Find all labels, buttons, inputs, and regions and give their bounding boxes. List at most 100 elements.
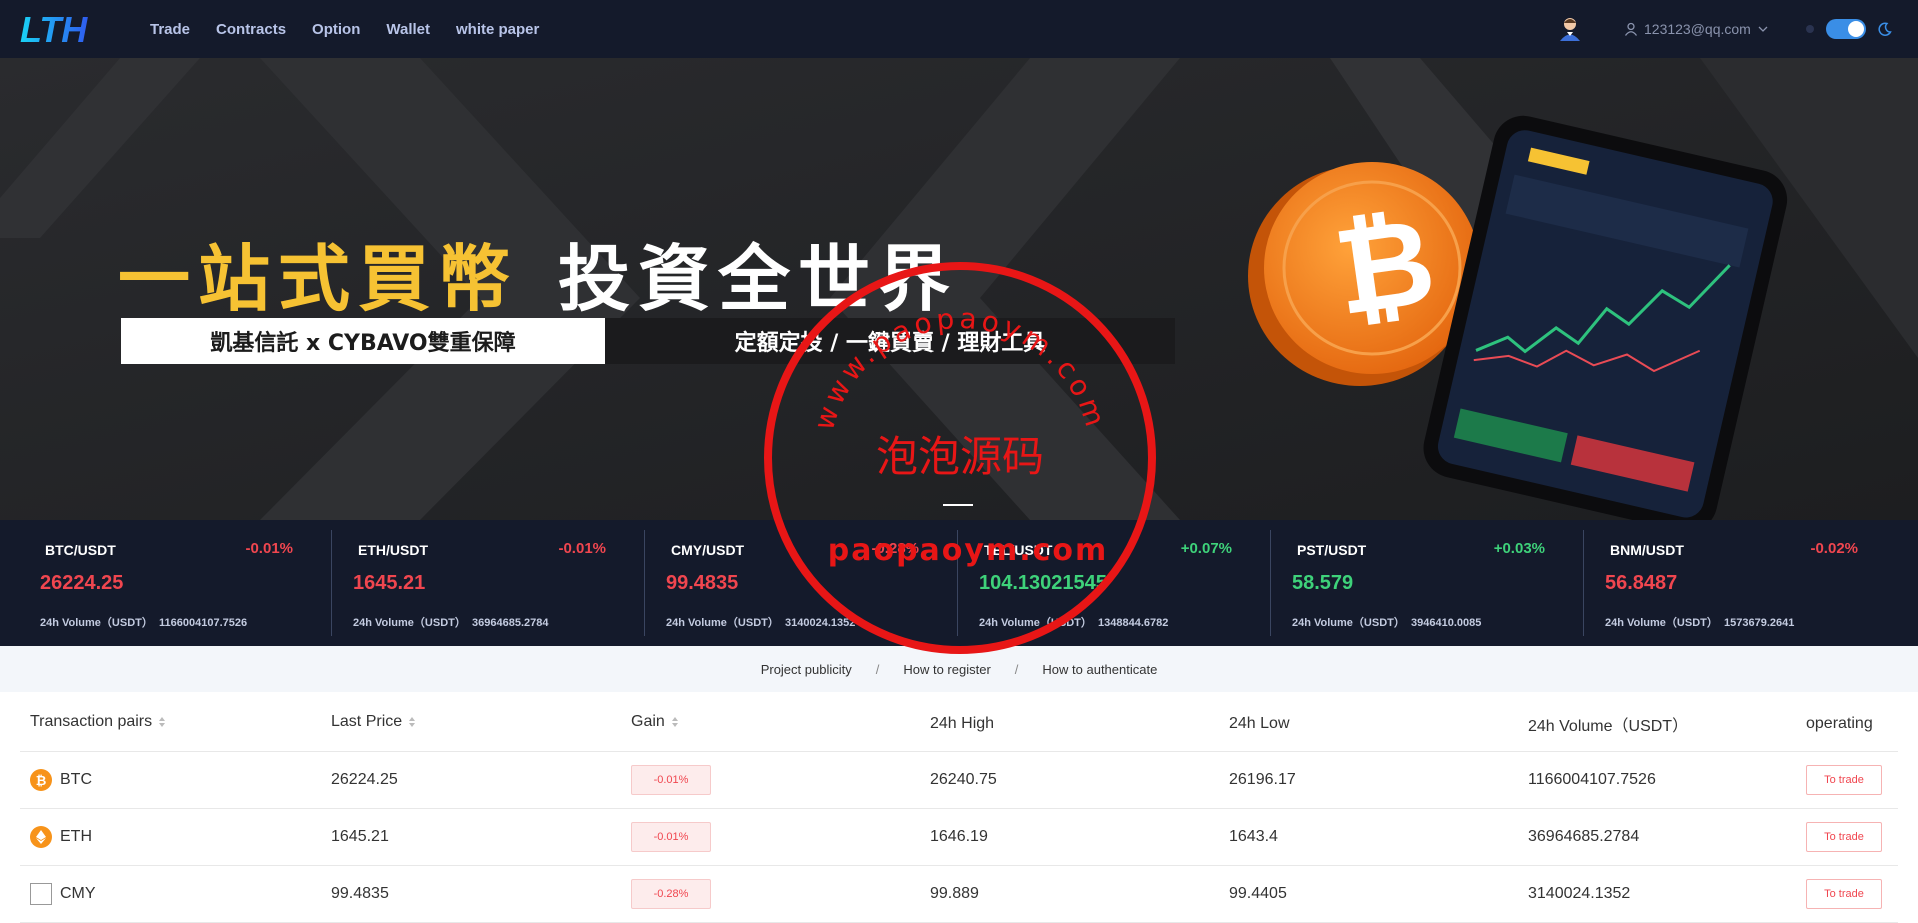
header-last-label: Last Price	[331, 712, 403, 730]
table-row[interactable]: ETH 1645.21 -0.01% 1646.19 1643.4 36964685.27…	[20, 809, 1898, 866]
to-trade-button[interactable]: To trade	[1806, 822, 1882, 852]
cell-last-price: 99.4835	[331, 885, 389, 902]
customer-service-icon[interactable]	[1556, 14, 1584, 42]
header-last-price[interactable]: Last Price	[331, 692, 416, 751]
ticker-divider	[331, 530, 332, 636]
table-row[interactable]: CMY 99.4835 -0.28% 99.889 99.4405 3140024.135…	[20, 866, 1898, 923]
ethereum-icon	[30, 826, 52, 848]
account-menu[interactable]: 123123@qq.com	[1624, 0, 1769, 58]
ticker-volume: 24h Volume（USDT） 1166004107.7526	[40, 617, 248, 629]
table-header: Transaction pairs Last Price Gain 24h Hi…	[20, 692, 1898, 752]
gain-badge: -0.28%	[631, 879, 711, 909]
table-body: ₿ BTC 26224.25 -0.01% 26240.75 26196.17 116600…	[20, 752, 1898, 923]
ticker-card[interactable]: BNM/USDT -0.02% 56.8487 24h Volume（USDT） 15…	[1565, 520, 1878, 646]
cell-gain: -0.28%	[631, 866, 711, 922]
header-gain[interactable]: Gain	[631, 692, 679, 751]
ticker-divider	[1583, 530, 1584, 636]
link-separator: /	[1014, 661, 1019, 677]
cell-24h-high: 26240.75	[930, 771, 997, 788]
header-24h-volume: 24h Volume（USDT）	[1528, 717, 1689, 735]
cell-24h-high: 99.889	[930, 885, 979, 902]
cell-last-price: 26224.25	[331, 771, 398, 788]
nav-option[interactable]: Option	[312, 21, 360, 38]
ticker-strip: BTC/USDT -0.01% 26224.25 24h Volume（USDT） 1…	[0, 520, 1918, 646]
link-how-to-authenticate[interactable]: How to authenticate	[1042, 662, 1157, 677]
cell-gain: -0.01%	[631, 752, 711, 808]
header-gain-label: Gain	[631, 712, 665, 730]
cell-24h-volume: 36964685.2784	[1528, 828, 1640, 845]
to-trade-button[interactable]: To trade	[1806, 879, 1882, 909]
link-project-publicity[interactable]: Project publicity	[761, 662, 852, 677]
ticker-volume: 24h Volume（USDT） 1573679.2641	[1605, 617, 1795, 629]
header-transaction-pairs[interactable]: Transaction pairs	[30, 692, 166, 751]
ticker-price: 26224.25	[40, 572, 124, 594]
svg-text:₿: ₿	[1327, 192, 1443, 343]
ticker-card[interactable]: BTC/USDT -0.01% 26224.25 24h Volume（USDT） 1…	[0, 520, 313, 646]
ticker-divider	[957, 530, 958, 636]
nav-trade[interactable]: Trade	[150, 21, 190, 38]
ticker-card[interactable]: ETH/USDT -0.01% 1645.21 24h Volume（USDT） 36…	[313, 520, 626, 646]
cell-24h-low: 26196.17	[1229, 771, 1296, 788]
top-header: LTH Trade Contracts Option Wallet white …	[0, 0, 1918, 58]
cell-coin: ₿ BTC	[30, 752, 92, 808]
ticker-gain: +0.03%	[1493, 540, 1545, 557]
carousel-indicator[interactable]	[943, 504, 973, 506]
banner-subtitle-left: 凱基信託 x CYBAVO雙重保障	[121, 318, 605, 364]
sort-icon[interactable]	[158, 716, 166, 728]
cell-coin: ETH	[30, 809, 92, 865]
moon-icon	[1878, 22, 1892, 36]
account-email: 123123@qq.com	[1644, 21, 1751, 37]
ticker-pair: PST/USDT	[1297, 542, 1367, 558]
lth-logo[interactable]: LTH	[20, 10, 98, 48]
ticker-volume: 24h Volume（USDT） 3946410.0085	[1292, 617, 1482, 629]
nav-contracts[interactable]: Contracts	[216, 21, 286, 38]
theme-switcher	[1806, 0, 1892, 58]
user-icon	[1624, 22, 1638, 36]
header-24h-high: 24h High	[930, 714, 995, 732]
ticker-pair: TEL/USDT	[984, 542, 1053, 558]
cell-24h-low: 1643.4	[1229, 828, 1278, 845]
ticker-price: 1645.21	[353, 572, 426, 594]
nav-white-paper[interactable]: white paper	[456, 21, 539, 38]
gain-badge: -0.01%	[631, 822, 711, 852]
header-pair-label: Transaction pairs	[30, 712, 153, 730]
headline-white: 投資全世界	[558, 237, 959, 321]
ticker-price: 99.4835	[666, 572, 739, 594]
svg-text:LTH: LTH	[20, 10, 88, 48]
ticker-gain: -0.01%	[558, 540, 606, 557]
ticker-divider	[1270, 530, 1271, 636]
ticker-card[interactable]: TEL/USDT +0.07% 104.13021545 24h Volume（USD…	[939, 520, 1252, 646]
banner-headline: 一站式買幣 投資全世界	[118, 220, 958, 325]
sort-icon[interactable]	[408, 716, 416, 728]
cell-operating: To trade	[1806, 809, 1882, 865]
main-nav: Trade Contracts Option Wallet white pape…	[150, 0, 539, 58]
chevron-down-icon	[1758, 26, 1768, 32]
to-trade-button[interactable]: To trade	[1806, 765, 1882, 795]
table-row[interactable]: ₿ BTC 26224.25 -0.01% 26240.75 26196.17 116600…	[20, 752, 1898, 809]
cell-24h-volume: 1166004107.7526	[1528, 771, 1656, 788]
ticker-volume: 24h Volume（USDT） 36964685.2784	[353, 617, 549, 629]
ticker-card[interactable]: CMY/USDT -0.28% 99.4835 24h Volume（USDT） 31…	[626, 520, 939, 646]
promo-banner[interactable]: ₿ 一站式買幣 投資全世界 凱基信託 x CYBAVO雙重保障 定額定投 / 一鍵…	[0, 58, 1918, 520]
ticker-gain: -0.28%	[871, 540, 919, 557]
ticker-pair: ETH/USDT	[358, 542, 428, 558]
ticker-card[interactable]: PST/USDT +0.03% 58.579 24h Volume（USDT） 394…	[1252, 520, 1565, 646]
ticker-pair: BTC/USDT	[45, 542, 116, 558]
cell-operating: To trade	[1806, 866, 1882, 922]
market-table: Transaction pairs Last Price Gain 24h Hi…	[20, 692, 1898, 923]
nav-wallet[interactable]: Wallet	[386, 21, 430, 38]
ticker-price: 58.579	[1292, 572, 1354, 594]
ticker-volume: 24h Volume（USDT） 1348844.6782	[979, 617, 1169, 629]
headline-yellow: 一站式買幣	[118, 237, 519, 321]
gain-badge: -0.01%	[631, 765, 711, 795]
cell-coin: CMY	[30, 866, 96, 922]
info-links: Project publicity / How to register / Ho…	[0, 646, 1918, 692]
dark-mode-toggle[interactable]	[1826, 19, 1866, 39]
ticker-divider	[644, 530, 645, 636]
link-how-to-register[interactable]: How to register	[903, 662, 990, 677]
ticker-pair: CMY/USDT	[671, 542, 745, 558]
ticker-price: 56.8487	[1605, 572, 1678, 594]
cell-operating: To trade	[1806, 752, 1882, 808]
ticker-gain: -0.02%	[1810, 540, 1858, 557]
sort-icon[interactable]	[671, 716, 679, 728]
